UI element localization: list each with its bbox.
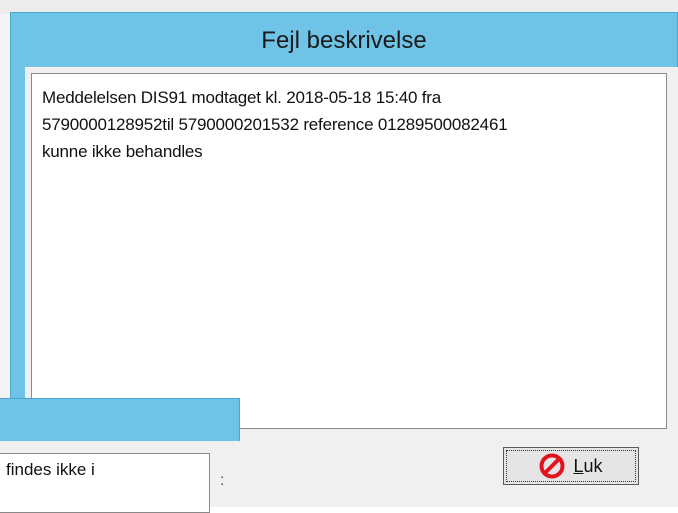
close-button-label: Luk: [573, 456, 602, 477]
close-button-label-rest: uk: [583, 455, 603, 476]
close-button-mnemonic: L: [573, 455, 584, 476]
dialog-title: Fejl beskrivelse: [261, 27, 427, 54]
close-button[interactable]: Luk: [503, 447, 639, 485]
background-dialog: findes ikke i :: [0, 398, 240, 513]
no-entry-icon: [539, 453, 565, 479]
background-dialog-text-field[interactable]: findes ikke i: [0, 453, 210, 513]
background-dialog-colon: :: [220, 472, 225, 489]
background-dialog-body: findes ikke i :: [0, 441, 240, 513]
error-message-text[interactable]: Meddelelsen DIS91 modtaget kl. 2018-05-1…: [31, 73, 667, 429]
